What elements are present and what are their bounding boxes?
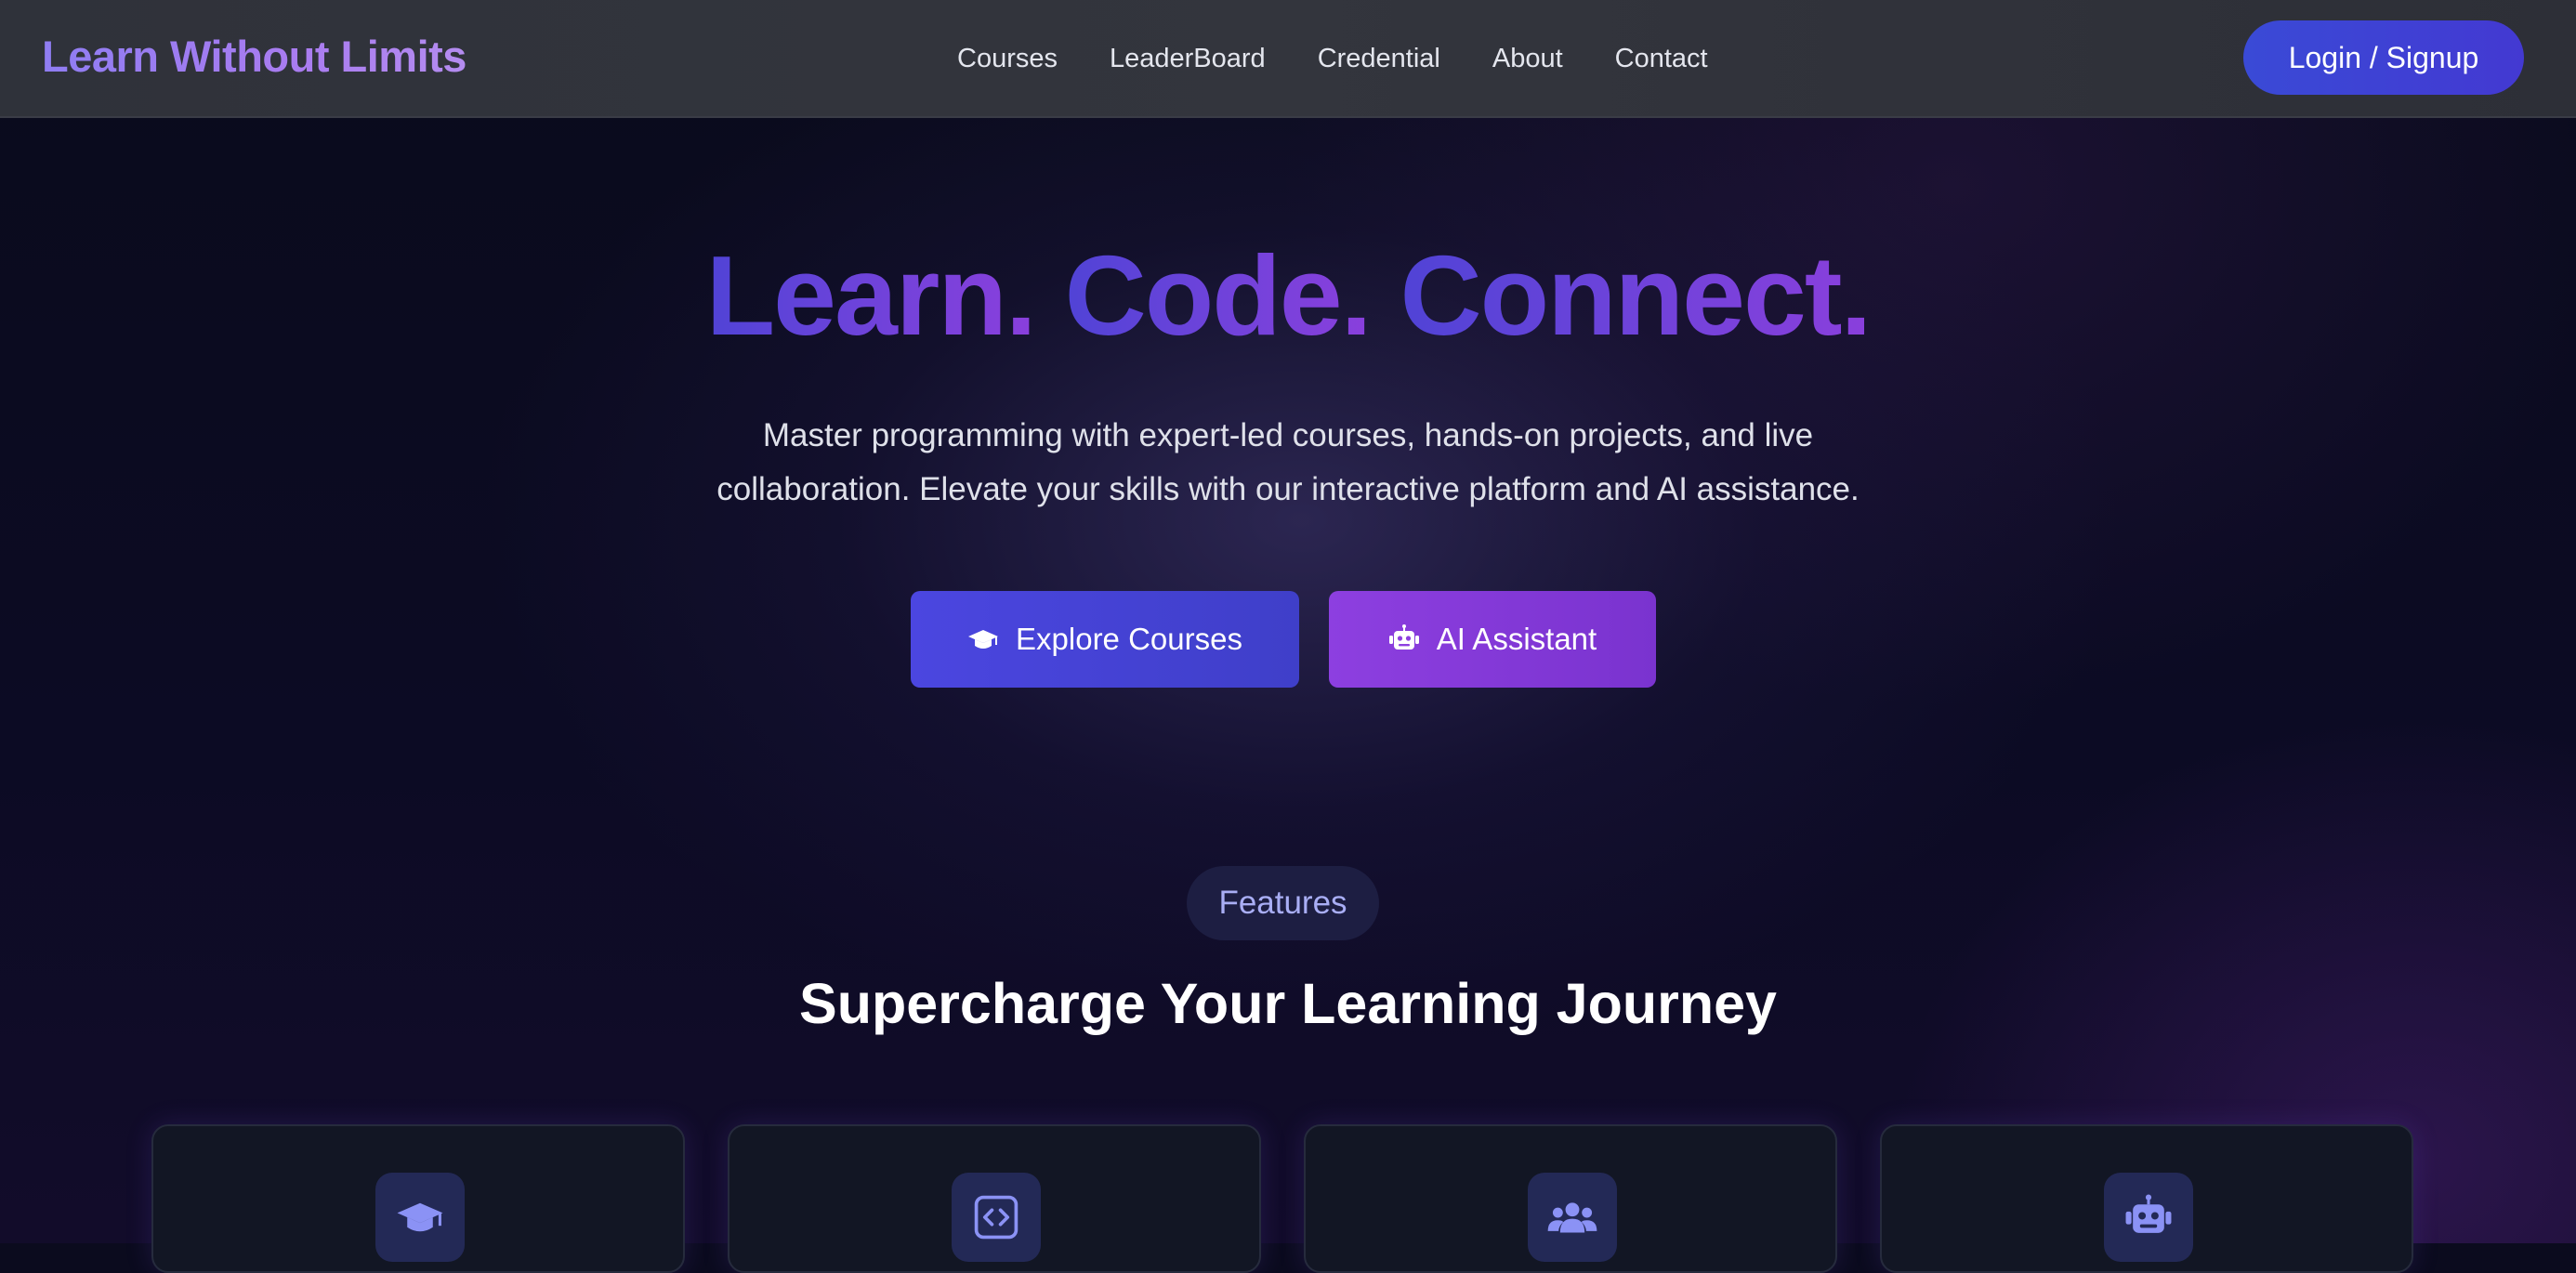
nav-link-contact[interactable]: Contact (1615, 44, 1708, 74)
navbar: Learn Without Limits Courses LeaderBoard… (0, 0, 2576, 118)
graduation-cap-icon (967, 623, 999, 655)
nav-link-credential[interactable]: Credential (1318, 44, 1440, 74)
hero-title-connect: Connect. (1400, 232, 1872, 359)
robot-icon (1388, 623, 1420, 655)
features-title: Supercharge Your Learning Journey (799, 972, 1777, 1035)
nav-links: Courses LeaderBoard Credential About Con… (957, 35, 1708, 82)
hero-title-code: Code. (1064, 232, 1373, 359)
hero-subtitle-line-2: collaboration. Elevate your skills with … (716, 471, 1860, 507)
ai-assistant-label: AI Assistant (1436, 622, 1597, 656)
hero-title: Learn. Code. Connect. (0, 221, 2576, 370)
explore-courses-button[interactable]: Explore Courses (911, 591, 1299, 688)
hero-subtitle: Master programming with expert-led cours… (637, 409, 1939, 517)
nav-link-about[interactable]: About (1492, 44, 1563, 74)
feature-card-code[interactable] (728, 1124, 1261, 1273)
users-icon (1528, 1173, 1617, 1262)
code-icon (952, 1173, 1041, 1262)
graduation-cap-icon (375, 1173, 465, 1262)
hero-title-learn: Learn. (705, 232, 1037, 359)
ai-assistant-button[interactable]: AI Assistant (1329, 591, 1656, 688)
login-signup-button[interactable]: Login / Signup (2243, 20, 2524, 95)
hero-subtitle-line-1: Master programming with expert-led cours… (762, 417, 1814, 453)
feature-card-courses[interactable] (151, 1124, 685, 1273)
site-logo[interactable]: Learn Without Limits (42, 28, 467, 85)
explore-courses-label: Explore Courses (1016, 622, 1242, 656)
features-badge: Features (1187, 866, 1379, 940)
nav-link-courses[interactable]: Courses (957, 44, 1058, 74)
robot-icon (2104, 1173, 2193, 1262)
feature-card-ai[interactable] (1880, 1124, 2413, 1273)
nav-link-leaderboard[interactable]: LeaderBoard (1110, 44, 1266, 74)
feature-card-community[interactable] (1304, 1124, 1837, 1273)
